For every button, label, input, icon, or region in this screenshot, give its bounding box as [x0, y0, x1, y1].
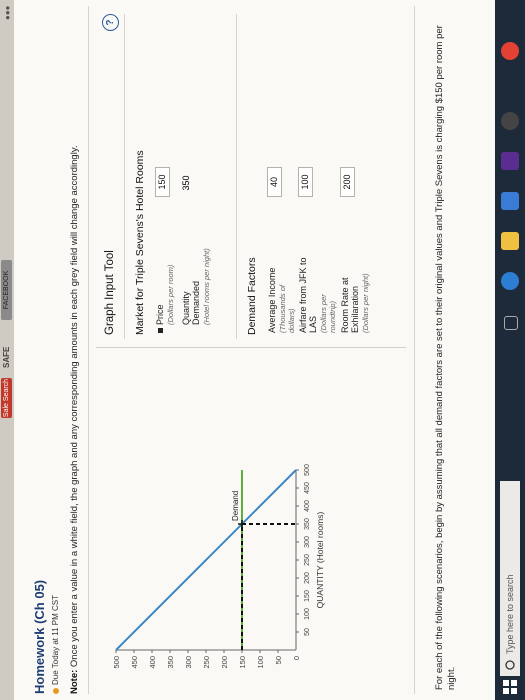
- price-input[interactable]: 150: [155, 167, 170, 197]
- help-button[interactable]: ?: [102, 14, 119, 31]
- quantity-value: 350: [181, 175, 191, 191]
- airfare-label: Airfare from JFK to LAS: [298, 257, 318, 333]
- browser-toolbar: SAFE Sale Search FACEBOOK ●●●: [0, 0, 14, 700]
- taskbar-search-placeholder: Type here to search: [505, 574, 515, 654]
- due-indicator-icon: [52, 688, 59, 694]
- demand-graph[interactable]: PRICE (Dollars per room)5004504003503002…: [86, 350, 406, 690]
- tool-title: Graph Input Tool: [104, 250, 116, 335]
- price-label: Price: [155, 304, 165, 325]
- x-tick-label: 50: [304, 628, 311, 636]
- y-tick-label: 500: [112, 656, 121, 669]
- app-icon-2[interactable]: [501, 112, 519, 130]
- y-tick-label: 0: [292, 656, 301, 660]
- y-tick-label: 200: [220, 656, 229, 669]
- y-tick-label: 100: [256, 656, 265, 669]
- windows-start-icon[interactable]: [503, 680, 517, 694]
- y-tick-label: 250: [202, 656, 211, 669]
- screen: SAFE Sale Search FACEBOOK ●●● Homework (…: [0, 0, 525, 700]
- income-label: Average Income: [267, 267, 277, 333]
- quantity-units: (Hotel rooms per night): [202, 248, 211, 325]
- divider: [88, 6, 89, 694]
- room-rate-input[interactable]: 200: [340, 167, 355, 197]
- homework-page: Homework (Ch 05) Due Today at 11 PM CST …: [14, 0, 495, 700]
- file-explorer-icon[interactable]: [501, 232, 519, 250]
- graph-input-tool: Graph Input Tool ? Market for Triple Sev…: [96, 7, 406, 348]
- search-icon: [505, 660, 515, 670]
- income-units: (Thousands of dollars): [278, 285, 296, 333]
- app-icon[interactable]: [501, 152, 519, 170]
- facebook-link[interactable]: FACEBOOK: [1, 260, 12, 320]
- price-units: (Dollars per room): [166, 264, 175, 325]
- airfare-units: (Dollars per roundtrip): [319, 294, 337, 333]
- y-tick-label: 450: [130, 656, 139, 669]
- task-view-icon[interactable]: [504, 316, 518, 330]
- x-tick-label: 350: [304, 518, 311, 530]
- taskbar-search-input[interactable]: Type here to search: [500, 481, 520, 676]
- divider: [414, 6, 415, 694]
- x-tick-label: 150: [304, 590, 311, 602]
- room-rate-units: (Dollars per night): [361, 273, 370, 333]
- x-axis-title: QUANTITY (Hotel rooms): [315, 512, 325, 609]
- income-input[interactable]: 40: [267, 167, 282, 197]
- x-tick-label: 200: [304, 572, 311, 584]
- y-tick-label: 150: [238, 656, 247, 669]
- demand-curve-label: Demand: [231, 491, 240, 521]
- airfare-input[interactable]: 100: [298, 167, 313, 197]
- more-icon[interactable]: ●●●: [3, 6, 12, 21]
- demand-factors-title: Demand Factors: [246, 257, 258, 335]
- homework-title: Homework (Ch 05): [32, 579, 47, 694]
- x-tick-label: 250: [304, 554, 311, 566]
- edge-browser-icon[interactable]: [501, 272, 519, 290]
- y-tick-label: 50: [274, 656, 283, 664]
- x-tick-label: 400: [304, 500, 311, 512]
- x-tick-label: 450: [304, 482, 311, 494]
- y-tick-label: 400: [148, 656, 157, 669]
- store-icon[interactable]: [501, 192, 519, 210]
- sale-search-extension[interactable]: Sale Search: [1, 378, 12, 418]
- note: Note: Once you enter a value in a white …: [69, 145, 80, 694]
- graph-panel: PRICE (Dollars per room)5004504003503002…: [86, 350, 406, 690]
- demand-curve: [115, 469, 297, 651]
- y-tick-label: 350: [166, 656, 175, 669]
- x-tick-label: 300: [304, 536, 311, 548]
- x-tick-label: 500: [304, 464, 311, 476]
- quantity-label: Quantity Demanded: [181, 280, 201, 325]
- divider: [236, 14, 237, 339]
- note-label: Note:: [69, 669, 80, 694]
- y-tick-label: 300: [184, 656, 193, 669]
- instructions-text: For each of the following scenarios, beg…: [434, 25, 457, 690]
- divider: [124, 14, 125, 339]
- safe-label: SAFE: [2, 346, 11, 368]
- room-rate-label: Room Rate at Exhilaration: [340, 277, 360, 333]
- chrome-icon[interactable]: [501, 42, 519, 60]
- taskbar: Type here to search: [495, 0, 525, 700]
- price-bullet-icon: [158, 328, 163, 333]
- market-title: Market for Triple Sevens's Hotel Rooms: [134, 150, 146, 335]
- note-text: Once you enter a value in a white field,…: [69, 145, 80, 668]
- x-tick-label: 100: [304, 608, 311, 620]
- due-text: Due Today at 11 PM CST: [51, 595, 60, 685]
- due-date: Due Today at 11 PM CST: [51, 595, 60, 694]
